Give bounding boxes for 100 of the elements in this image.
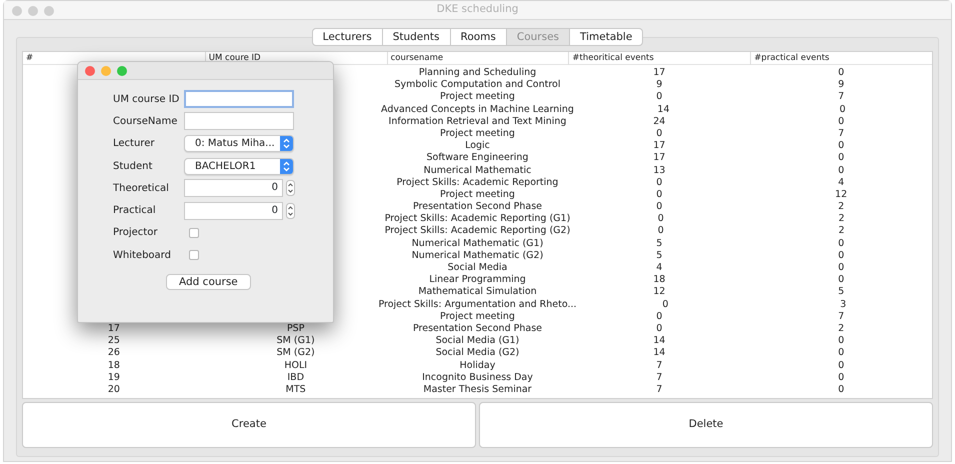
table-cell: 0: [656, 176, 662, 189]
number-field[interactable]: 0: [184, 202, 283, 220]
column-header[interactable]: #: [23, 52, 205, 65]
table-cell: 0: [656, 310, 662, 323]
number-field[interactable]: 0: [184, 179, 283, 198]
tab[interactable]: Timetable: [570, 28, 644, 46]
chevron-icon: [280, 158, 293, 174]
table-cell: Advanced Concepts in Machine Learning: [381, 104, 574, 116]
table-cell: 17: [653, 67, 666, 80]
table-cell: 7: [838, 310, 844, 323]
add-course-button[interactable]: Add course: [166, 274, 251, 290]
table-cell: 0: [838, 152, 844, 165]
table-cell: 2: [838, 225, 845, 238]
minimize-button[interactable]: [101, 66, 111, 76]
table-cell: 26: [108, 347, 120, 360]
table-cell: Logic: [465, 140, 490, 152]
action-button[interactable]: Create: [22, 402, 476, 448]
table-cell: Numerical Mathematic (G1): [412, 238, 544, 250]
table-cell: Project Skills: Academic Reporting (G2): [384, 225, 570, 238]
table-cell: Social Media: [448, 262, 508, 274]
table-cell: PSP: [286, 322, 304, 336]
table-cell: Holiday: [460, 360, 496, 372]
table-cell: 0: [839, 104, 846, 116]
table-cell: 13: [653, 164, 666, 177]
stepper-icon[interactable]: [286, 180, 295, 196]
table-cell: 20: [108, 384, 120, 396]
table-cell: 18: [653, 274, 666, 286]
table-cell: 12: [835, 188, 848, 202]
minimize-button[interactable]: [28, 6, 38, 16]
zoom-button[interactable]: [44, 6, 54, 16]
table-cell: Planning and Scheduling: [418, 67, 536, 80]
table-cell: 17: [108, 322, 120, 336]
action-button[interactable]: Delete: [479, 402, 933, 448]
table-cell: Project Skills: Argumentation and Rheto...: [378, 298, 577, 311]
table-cell: 5: [656, 238, 662, 250]
table-cell: Incognito Business Day: [422, 372, 533, 384]
close-button[interactable]: [12, 6, 22, 16]
table-cell: Linear Programming: [429, 274, 526, 286]
tab[interactable]: Students: [382, 28, 450, 46]
table-cell: Social Media (G1): [436, 335, 520, 348]
checkbox[interactable]: [189, 228, 199, 238]
table-cell: Social Media (G2): [436, 347, 520, 360]
table-cell: 24: [653, 116, 666, 128]
checkbox[interactable]: [189, 250, 199, 260]
table-cell: 0: [838, 347, 844, 360]
table-cell: 7: [656, 372, 662, 384]
table-cell: 0: [662, 298, 668, 311]
column-header[interactable]: #theoritical events: [568, 52, 750, 65]
table-cell: Numerical Mathematic: [424, 164, 532, 177]
window-title: DKE scheduling: [436, 2, 518, 18]
table-cell: 0: [838, 335, 844, 348]
table-cell: Project Skills: Academic Reporting (G1): [384, 213, 570, 226]
table-cell: 2: [838, 201, 844, 214]
table-cell: Presentation Second Phase: [412, 201, 542, 214]
table-cell: 18: [108, 360, 120, 372]
table-cell: 0: [658, 213, 664, 226]
table-cell: IBD: [287, 372, 304, 384]
dropdown[interactable]: 0: Matus Miha...: [184, 135, 294, 152]
input-field[interactable]: [184, 90, 294, 108]
table-cell: 0: [656, 322, 662, 336]
tab[interactable]: Lecturers: [312, 28, 383, 46]
tab[interactable]: Rooms: [450, 28, 507, 46]
table-cell: 7: [656, 384, 662, 396]
table-cell: 12: [653, 286, 666, 299]
table-cell: 7: [838, 91, 844, 104]
table-cell: 0: [838, 140, 844, 152]
table-cell: Software Engineering: [426, 152, 528, 165]
stepper-icon[interactable]: [286, 202, 295, 219]
input-field[interactable]: [184, 112, 294, 130]
table-cell: Mathematical Simulation: [418, 286, 537, 299]
dropdown[interactable]: BACHELOR1: [184, 158, 294, 175]
table-cell: 7: [838, 128, 844, 140]
column-header[interactable]: coursename: [386, 52, 568, 65]
table-cell: 0: [658, 225, 664, 238]
table-cell: Information Retrieval and Text Mining: [388, 116, 566, 128]
table-cell: 14: [653, 335, 666, 348]
table-cell: SM (G2): [276, 347, 315, 360]
table-cell: Master Thesis Seminar: [423, 384, 532, 396]
field-label: UM course ID: [113, 92, 180, 107]
table-cell: Project Skills: Academic Reporting: [396, 176, 558, 189]
field-label: Projector: [113, 226, 158, 240]
table-cell: 0: [656, 91, 662, 104]
table-cell: Symbolic Computation and Control: [394, 79, 560, 92]
zoom-button[interactable]: [117, 66, 127, 76]
table-cell: 0: [656, 128, 662, 140]
table-cell: HOLI: [284, 360, 308, 372]
table-cell: MTS: [286, 384, 306, 396]
table-cell: 9: [838, 79, 844, 92]
close-button[interactable]: [85, 66, 95, 76]
table-cell: 17: [653, 152, 666, 165]
table-cell: 0: [838, 67, 844, 80]
field-label: CourseName: [113, 114, 178, 129]
table-cell: 2: [838, 213, 845, 226]
column-header[interactable]: #practical events: [750, 52, 932, 65]
field-label: Practical: [113, 204, 157, 218]
table-cell: 17: [653, 140, 666, 152]
table-cell: 0: [838, 164, 844, 177]
field-label: Theoretical: [113, 182, 170, 196]
table-cell: Project meeting: [440, 128, 515, 140]
table-cell: 0: [838, 116, 844, 128]
